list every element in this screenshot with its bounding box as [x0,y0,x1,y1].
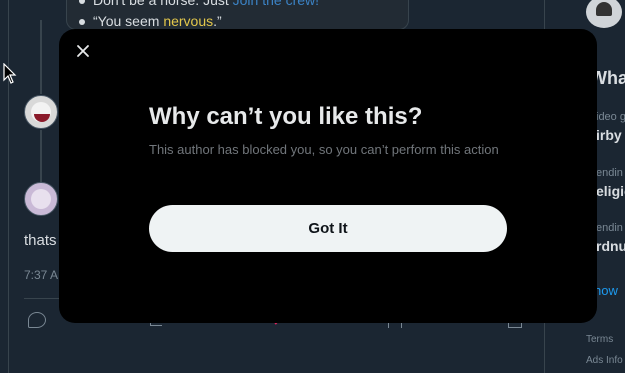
quoted-media[interactable]: Don't be a horse. Just Join the crew! “Y… [66,0,409,30]
bullet-dot [79,0,85,5]
post-text: thats [24,232,57,249]
got-it-button[interactable]: Got It [149,205,507,252]
blocked-dialog: Why can’t you like this? This author has… [59,29,597,323]
column-border-left [8,0,9,373]
post-timestamp[interactable]: 7:37 A [24,268,58,282]
avatar-face [31,189,51,209]
close-button[interactable] [69,37,97,65]
trend-meta: ideo g [596,111,625,123]
reply-icon[interactable] [28,312,46,328]
trend-meta: endin [596,167,623,179]
close-icon [77,45,89,57]
trend-name[interactable]: eligio [596,183,625,199]
trend-meta: endin [596,222,623,234]
trend-name[interactable]: irby [596,127,622,143]
bullet-dot [79,19,85,26]
trend-name[interactable]: rdnu [596,238,625,254]
avatar[interactable] [24,182,58,216]
show-more-link[interactable]: how [594,283,618,298]
dialog-message: This author has blocked you, so you can’… [149,142,499,157]
avatar[interactable] [24,95,58,129]
thread-line [40,130,42,182]
footer-link-terms[interactable]: Terms [586,334,613,345]
quote-bullet-2: “You seem nervous.” [79,13,222,29]
thread-line [40,20,42,94]
footer-link-ads[interactable]: Ads Info [586,355,623,366]
dialog-title: Why can’t you like this? [149,103,423,130]
avatar-mask [596,2,612,16]
mouse-cursor-icon [3,63,17,84]
quote-bullet-1: Don't be a horse. Just Join the crew! [79,0,319,8]
